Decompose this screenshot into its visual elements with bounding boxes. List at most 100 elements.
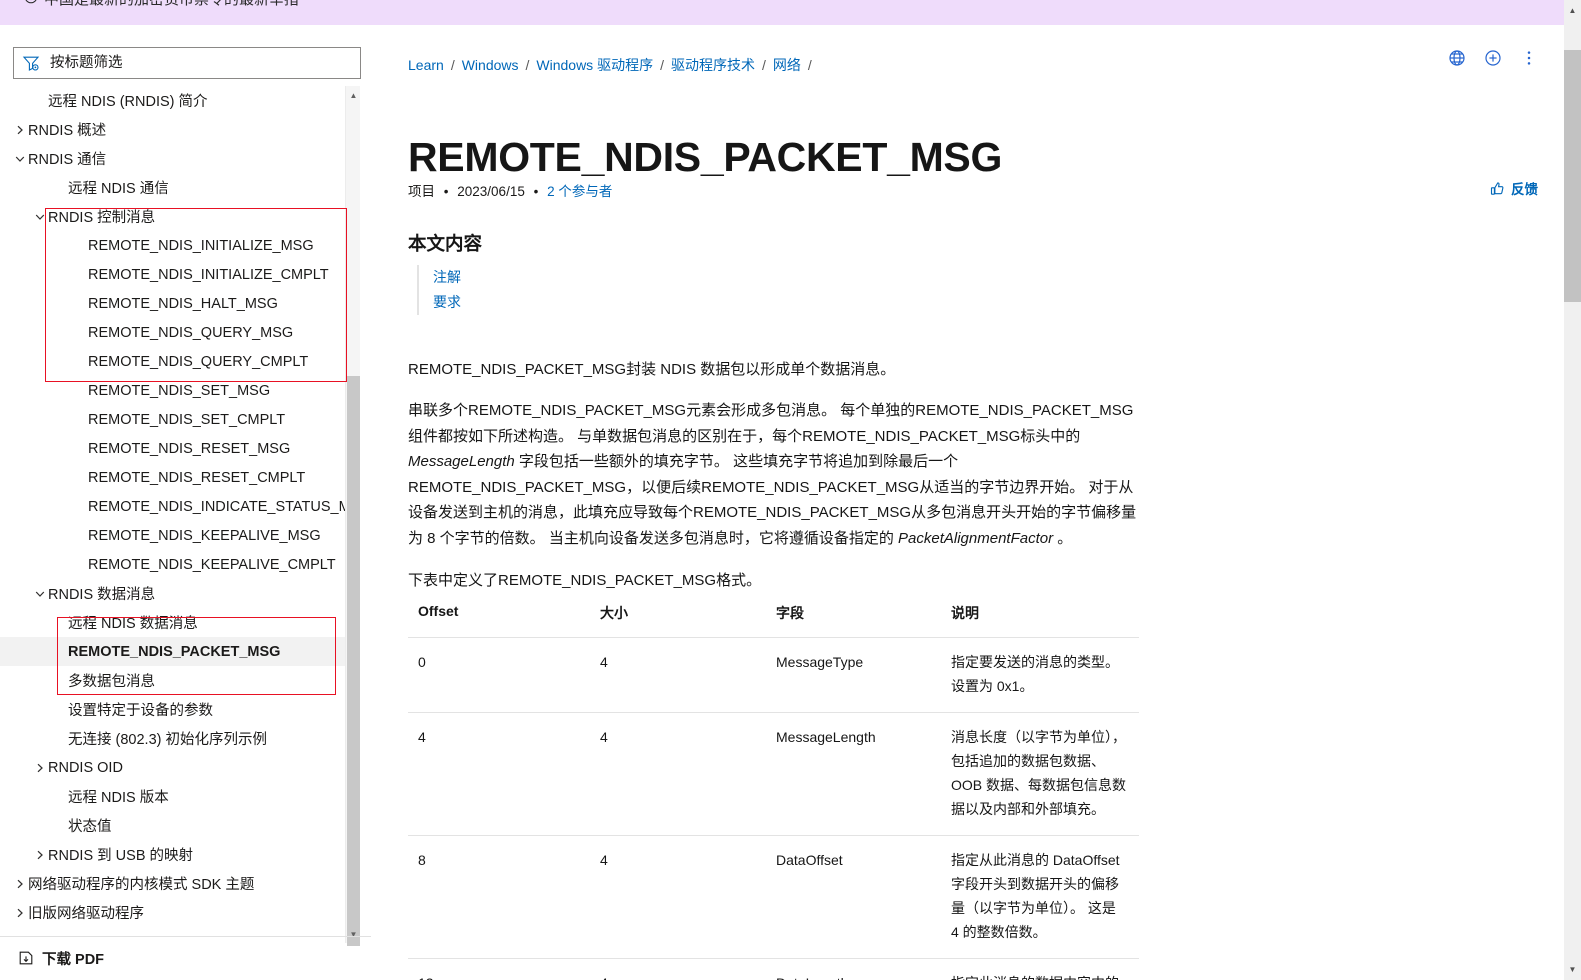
- table-row: 4 4 MessageLength 消息长度（以字节为单位），包括追加的数据包数据、O…: [408, 712, 1139, 836]
- sidebar-tree-item[interactable]: REMOTE_NDIS_QUERY_MSG: [0, 318, 345, 347]
- sidebar-tree-item[interactable]: RNDIS 通信: [0, 144, 345, 173]
- table-row: 124DataLength指定此消息的数据内容中的字节数。: [408, 958, 1139, 980]
- chevron-down-icon[interactable]: [14, 153, 26, 165]
- info-icon: [24, 0, 38, 4]
- sidebar-tree-item-label: RNDIS 控制消息: [48, 210, 156, 226]
- para2-emphasis-packet-alignment-factor: PacketAlignmentFactor: [898, 529, 1054, 547]
- sidebar-tree-item[interactable]: RNDIS 概述: [0, 115, 345, 144]
- table-cell-field: MessageType: [766, 637, 941, 713]
- paragraph-intro: REMOTE_NDIS_PACKET_MSG封装 NDIS 数据包以形成单个数据…: [408, 361, 896, 378]
- sidebar-tree-item[interactable]: REMOTE_NDIS_INITIALIZE_MSG: [0, 231, 345, 260]
- paragraph-details: 串联多个REMOTE_NDIS_PACKET_MSG元素会形成多包消息。 每个单…: [408, 398, 1138, 551]
- table-cell-size: 4: [590, 835, 766, 959]
- browser-scroll-down-arrow[interactable]: ▼: [1564, 961, 1581, 978]
- chevron-right-icon[interactable]: [34, 762, 46, 774]
- breadcrumb-item[interactable]: Windows: [462, 57, 519, 73]
- sidebar-tree-item-label: 远程 NDIS (RNDIS) 简介: [48, 94, 208, 110]
- sidebar-tree-item[interactable]: 多数据包消息: [0, 666, 345, 695]
- chevron-right-icon[interactable]: [14, 907, 26, 919]
- breadcrumb-item[interactable]: 网络: [773, 55, 801, 75]
- sidebar-content-divider: [375, 25, 376, 980]
- globe-icon[interactable]: [1448, 49, 1466, 67]
- packet-format-table: Offset 大小 字段 说明 0 4 MessageType 指定要发送的消息的类型…: [408, 589, 1139, 980]
- sidebar-tree-item[interactable]: REMOTE_NDIS_HALT_MSG: [0, 289, 345, 318]
- chevron-down-icon[interactable]: [34, 588, 46, 600]
- more-vertical-icon[interactable]: [1520, 49, 1538, 67]
- browser-scrollbar[interactable]: ▲ ▼: [1564, 0, 1581, 980]
- para2-emphasis-message-length: MessageLength: [408, 453, 515, 470]
- breadcrumb-separator: /: [761, 57, 766, 73]
- breadcrumb-item[interactable]: Windows 驱动程序: [536, 55, 653, 75]
- sidebar-tree-item[interactable]: RNDIS 到 USB 的映射: [0, 840, 345, 869]
- sidebar-scrollbar-thumb[interactable]: [347, 376, 360, 946]
- download-pdf-button[interactable]: 下载 PDF: [0, 937, 371, 979]
- toc-link[interactable]: 要求: [433, 290, 461, 315]
- meta-contributors-link[interactable]: 2 个参与者: [547, 184, 612, 199]
- chevron-right-icon[interactable]: [34, 849, 46, 861]
- browser-scrollbar-thumb[interactable]: [1564, 50, 1581, 302]
- feedback-button[interactable]: 反馈: [1490, 178, 1538, 198]
- sidebar-tree-item[interactable]: REMOTE_NDIS_INITIALIZE_CMPLT: [0, 260, 345, 289]
- sidebar-tree-item[interactable]: REMOTE_NDIS_PACKET_MSG: [0, 637, 345, 666]
- table-cell-desc: 指定此消息的数据内容中的字节数。: [941, 958, 1139, 980]
- sidebar-scroll-up-arrow[interactable]: ▲: [346, 88, 361, 102]
- breadcrumb[interactable]: Learn / Windows / Windows 驱动程序 / 驱动程序技术 / 网络 /: [408, 55, 819, 75]
- sidebar-tree-item[interactable]: REMOTE_NDIS_QUERY_CMPLT: [0, 347, 345, 376]
- table-cell-desc: 指定要发送的消息的类型。 设置为 0x1。: [941, 637, 1139, 713]
- sidebar-tree-item-label: RNDIS OID: [48, 759, 123, 776]
- table-row: 8 4 DataOffset 指定从此消息的 DataOffset 字段开头到数据开头…: [408, 835, 1139, 959]
- browser-scroll-up-arrow[interactable]: ▲: [1564, 2, 1581, 19]
- page-title: REMOTE_NDIS_PACKET_MSG: [408, 134, 1003, 181]
- sidebar-tree-item[interactable]: 设置特定于设备的参数: [0, 695, 345, 724]
- sidebar-tree-item-label: RNDIS 概述: [28, 123, 107, 139]
- chevron-right-icon[interactable]: [14, 124, 26, 136]
- sidebar-tree-item[interactable]: RNDIS OID: [0, 753, 345, 782]
- sidebar-tree-item-label: RNDIS 通信: [28, 152, 107, 168]
- sidebar-tree-item[interactable]: REMOTE_NDIS_KEEPALIVE_MSG: [0, 521, 345, 550]
- sidebar-tree-item[interactable]: RNDIS 数据消息: [0, 579, 345, 608]
- sidebar-tree-item-label: REMOTE_NDIS_QUERY_CMPLT: [88, 353, 309, 370]
- sidebar-tree-item[interactable]: 无连接 (802.3) 初始化序列示例: [0, 724, 345, 753]
- sidebar-tree-item[interactable]: REMOTE_NDIS_RESET_CMPLT: [0, 463, 345, 492]
- sidebar-tree-item-label: REMOTE_NDIS_RESET_MSG: [88, 440, 291, 457]
- sidebar-tree-item-label: 无连接 (802.3) 初始化序列示例: [68, 732, 267, 748]
- sidebar-tree-item-label: 远程 NDIS 通信: [68, 181, 169, 197]
- sidebar-tree-item[interactable]: 网络驱动程序的内核模式 SDK 主题: [0, 869, 345, 898]
- table-cell-desc: 指定从此消息的 DataOffset 字段开头到数据开头的偏移量（以字节为单位）…: [941, 835, 1139, 959]
- breadcrumb-item[interactable]: 驱动程序技术: [671, 55, 755, 75]
- pdf-download-icon: [18, 950, 34, 966]
- toc-link[interactable]: 注解: [433, 265, 461, 290]
- meta-date: 2023/06/15: [457, 184, 525, 199]
- plus-circle-icon[interactable]: [1484, 49, 1502, 67]
- sidebar-tree-item[interactable]: REMOTE_NDIS_KEEPALIVE_CMPLT: [0, 550, 345, 579]
- table-cell-field: DataOffset: [766, 835, 941, 959]
- sidebar-tree-item[interactable]: 状态值: [0, 811, 345, 840]
- breadcrumb-item[interactable]: Learn: [408, 57, 444, 73]
- thumbs-up-icon: [1490, 181, 1505, 196]
- sidebar-tree-item[interactable]: 远程 NDIS 通信: [0, 173, 345, 202]
- chevron-right-icon[interactable]: [14, 878, 26, 890]
- feedback-label: 反馈: [1511, 182, 1538, 197]
- chevron-down-icon[interactable]: [34, 211, 46, 223]
- sidebar-tree-item-label: REMOTE_NDIS_SET_MSG: [88, 382, 271, 399]
- sidebar-tree-item-label: 设置特定于设备的参数: [68, 703, 213, 719]
- toc-title: 本文内容: [408, 233, 483, 254]
- filter-input-container[interactable]: [13, 47, 361, 79]
- sidebar-tree-item-label: RNDIS 到 USB 的映射: [48, 848, 194, 864]
- sidebar-tree-item[interactable]: RNDIS 控制消息: [0, 202, 345, 231]
- toc-list[interactable]: 注解 要求: [417, 265, 461, 315]
- sidebar-tree-item[interactable]: REMOTE_NDIS_SET_MSG: [0, 376, 345, 405]
- sidebar-tree-item[interactable]: 旧版网络驱动程序: [0, 898, 345, 927]
- sidebar-tree-item[interactable]: REMOTE_NDIS_INDICATE_STATUS_MSG: [0, 492, 345, 521]
- header-icon-group: [1448, 49, 1538, 67]
- sidebar-tree-item-label: REMOTE_NDIS_INDICATE_STATUS_MSG: [88, 498, 345, 515]
- sidebar-tree-item[interactable]: REMOTE_NDIS_RESET_MSG: [0, 434, 345, 463]
- sidebar-tree-item[interactable]: REMOTE_NDIS_SET_CMPLT: [0, 405, 345, 434]
- sidebar-scrollbar[interactable]: ▲ ▼: [345, 86, 361, 946]
- filter-input[interactable]: [48, 54, 352, 72]
- sidebar-tree-item[interactable]: 远程 NDIS 版本: [0, 782, 345, 811]
- meta-type: 项目: [408, 184, 435, 199]
- sidebar-tree[interactable]: 远程 NDIS (RNDIS) 简介 RNDIS 概述 RNDIS 通信远程 NDI…: [0, 86, 345, 936]
- sidebar-tree-item[interactable]: 远程 NDIS 数据消息: [0, 608, 345, 637]
- sidebar-tree-item[interactable]: 远程 NDIS (RNDIS) 简介: [0, 86, 345, 115]
